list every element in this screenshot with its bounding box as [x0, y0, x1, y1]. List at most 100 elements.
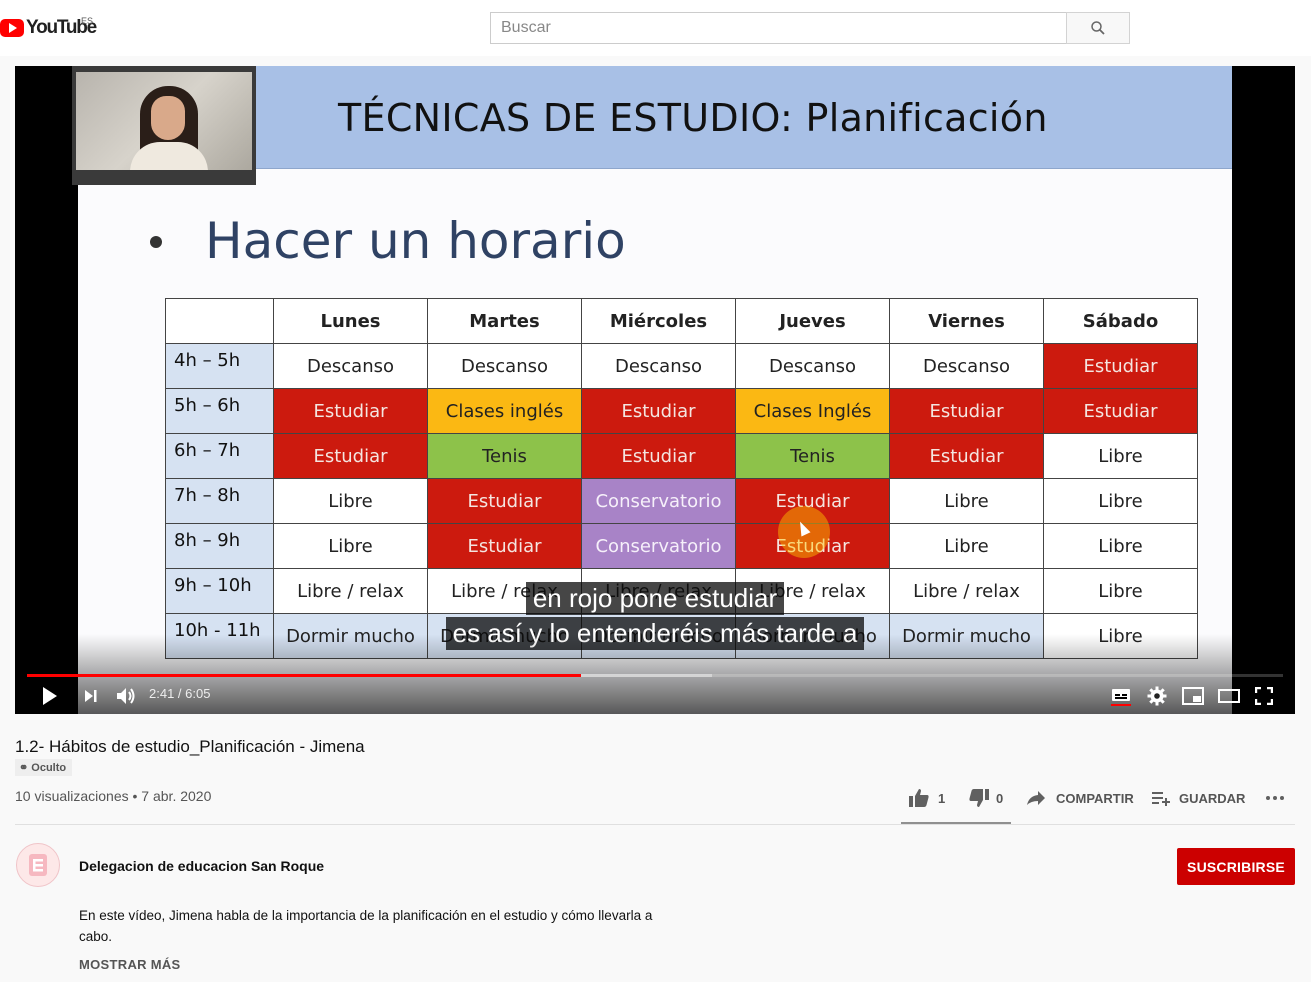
caption-line-1: en rojo pone estudiar	[15, 582, 1295, 615]
day-header: Jueves	[735, 298, 890, 344]
table-header-row: Lunes Martes Miércoles Jueves Viernes Sábado	[165, 298, 1198, 344]
more-icon	[1266, 796, 1284, 800]
schedule-cell: Libre	[273, 523, 428, 569]
video-meta: 10 visualizaciones • 7 abr. 2020	[15, 788, 212, 804]
theater-button[interactable]	[1218, 684, 1240, 708]
next-icon	[85, 690, 97, 702]
miniplayer-icon	[1182, 687, 1204, 705]
table-row: 5h – 6h Estudiar Clases inglés Estudiar Clas…	[165, 388, 1198, 434]
share-button[interactable]: COMPARTIR	[1026, 786, 1134, 810]
youtube-logo[interactable]: YouTube ES	[0, 16, 97, 40]
search-bar: Buscar	[490, 12, 1130, 44]
search-icon	[1091, 21, 1105, 35]
theater-icon	[1218, 689, 1240, 703]
schedule-cell: Estudiar	[889, 388, 1044, 434]
schedule-cell: Estudiar	[889, 433, 1044, 479]
youtube-logo-icon	[0, 19, 24, 37]
day-header: Martes	[427, 298, 582, 344]
video-player[interactable]: TÉCNICAS DE ESTUDIO: Planificación Hacer…	[15, 66, 1295, 714]
time-slot-cell: 4h – 5h	[165, 343, 274, 389]
video-title: 1.2- Hábitos de estudio_Planificación - …	[15, 737, 365, 756]
more-actions-button[interactable]	[1265, 786, 1285, 810]
schedule-cell: Tenis	[427, 433, 582, 479]
day-header: Viernes	[889, 298, 1044, 344]
schedule-cell: Estudiar	[1043, 343, 1198, 389]
caption-text-1: en rojo pone estudiar	[525, 582, 785, 615]
day-header: Sábado	[1043, 298, 1198, 344]
schedule-cell: Descanso	[427, 343, 582, 389]
like-count: 1	[938, 790, 946, 806]
save-button[interactable]: GUARDAR	[1152, 786, 1245, 810]
privacy-badge: ⚭ Oculto	[15, 759, 73, 776]
schedule-cell: Libre	[1043, 478, 1198, 524]
share-label: COMPARTIR	[1056, 790, 1134, 806]
thumbs-down-icon	[969, 789, 989, 807]
time-slot-cell: 8h – 9h	[165, 523, 274, 569]
table-row: 8h – 9h Libre Estudiar Conservatorio Estudia…	[165, 523, 1198, 569]
subscribe-button[interactable]: SUSCRIBIRSE	[1177, 848, 1295, 885]
save-label: GUARDAR	[1179, 790, 1246, 806]
channel-logo-icon	[29, 854, 47, 876]
schedule-cell: Libre	[1043, 523, 1198, 569]
volume-button[interactable]	[115, 684, 137, 708]
schedule-cell: Estudiar	[581, 388, 736, 434]
table-row: 7h – 8h Libre Estudiar Conservatorio Estudia…	[165, 478, 1198, 524]
schedule-cell: Estudiar	[427, 523, 582, 569]
schedule-cell: Libre	[273, 478, 428, 524]
time-slot-cell: 7h – 8h	[165, 478, 274, 524]
schedule-cell: Estudiar	[273, 388, 428, 434]
schedule-cell: Clases Inglés	[735, 388, 890, 434]
share-icon	[1027, 791, 1045, 805]
settings-button[interactable]	[1147, 684, 1167, 708]
volume-icon	[117, 688, 135, 704]
schedule-cell: Estudiar	[427, 478, 582, 524]
show-more-button[interactable]: MOSTRAR MÁS	[79, 957, 181, 972]
logo-region: ES	[81, 16, 94, 26]
like-button[interactable]: 1	[908, 786, 945, 810]
day-header: Lunes	[273, 298, 428, 344]
schedule-cell: Estudiar	[1043, 388, 1198, 434]
schedule-cell: Tenis	[735, 433, 890, 479]
save-playlist-icon	[1152, 792, 1170, 806]
captions-icon	[1111, 689, 1131, 706]
dislike-count: 0	[996, 790, 1004, 806]
dislike-button[interactable]: 0	[968, 786, 1003, 810]
play-button[interactable]	[41, 684, 59, 708]
schedule-cell: Clases inglés	[427, 388, 582, 434]
masthead: YouTube ES Buscar	[0, 0, 1311, 56]
video-description: En este vídeo, Jimena habla de la import…	[79, 908, 653, 944]
play-icon	[43, 687, 57, 705]
schedule-cell: Libre	[889, 523, 1044, 569]
slide-title: TÉCNICAS DE ESTUDIO: Planificación	[338, 96, 1048, 140]
channel-avatar[interactable]	[16, 843, 60, 887]
captions-button[interactable]	[1111, 684, 1131, 708]
divider	[15, 824, 1295, 825]
search-input[interactable]: Buscar	[490, 12, 1066, 44]
fullscreen-icon	[1255, 687, 1273, 705]
table-corner-cell	[165, 298, 274, 344]
progress-bar[interactable]	[27, 674, 1283, 677]
time-slot-cell: 6h – 7h	[165, 433, 274, 479]
schedule-cell: Descanso	[889, 343, 1044, 389]
table-row: 4h – 5h Descanso Descanso Descanso Descanso D…	[165, 343, 1198, 389]
schedule-cell: Descanso	[581, 343, 736, 389]
schedule-cell: Conservatorio	[581, 523, 736, 569]
day-header: Miércoles	[581, 298, 736, 344]
time-display: 2:41 / 6:05	[149, 686, 211, 701]
settings-icon	[1147, 686, 1167, 706]
progress-played	[27, 674, 581, 677]
webcam-overlay	[72, 66, 256, 185]
table-row: 6h – 7h Estudiar Tenis Estudiar Tenis Estudia…	[165, 433, 1198, 479]
link-icon: ⚭	[19, 762, 32, 774]
schedule-cell: Conservatorio	[581, 478, 736, 524]
channel-name[interactable]: Delegacion de educacion San Roque	[79, 858, 324, 874]
thumbs-up-icon	[909, 789, 929, 807]
next-button[interactable]	[83, 684, 99, 708]
miniplayer-button[interactable]	[1182, 684, 1204, 708]
fullscreen-button[interactable]	[1255, 684, 1273, 708]
schedule-cell: Descanso	[273, 343, 428, 389]
bullet-dot	[150, 236, 162, 248]
search-button[interactable]	[1066, 12, 1130, 44]
slide-bullet: Hacer un horario	[205, 212, 626, 270]
schedule-cell: Libre	[889, 478, 1044, 524]
